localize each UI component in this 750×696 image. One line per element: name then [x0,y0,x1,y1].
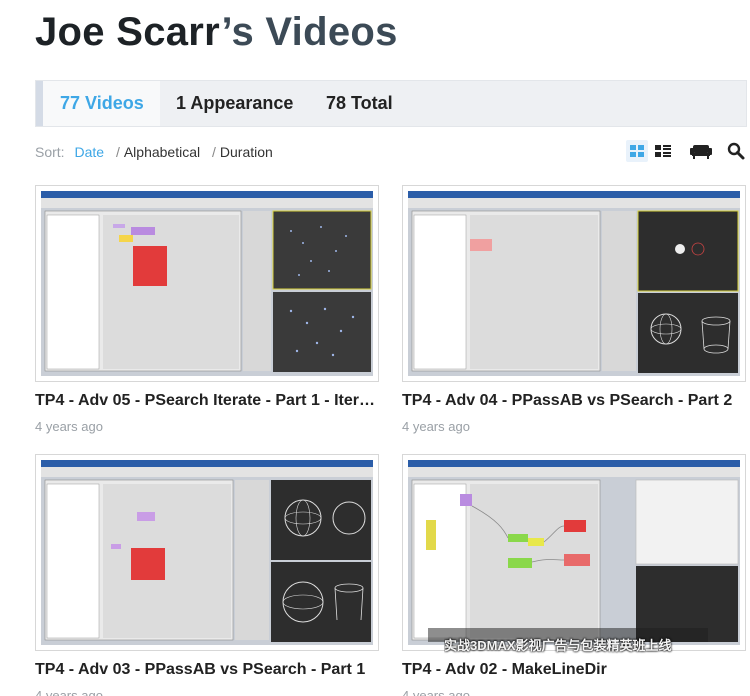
page-title-suffix: ’s Videos [221,10,398,54]
sort-separator: / [115,144,120,160]
video-title[interactable]: TP4 - Adv 02 - MakeLineDir [402,661,746,679]
video-title[interactable]: TP4 - Adv 05 - PSearch Iterate - Part 1 … [35,392,379,410]
video-age: 4 years ago [402,419,470,434]
tab-appearances[interactable]: 1 Appearance [176,81,293,126]
search-icon[interactable] [726,140,746,162]
sort-label: Sort: [35,144,65,160]
video-title[interactable]: TP4 - Adv 04 - PPassAB vs PSearch - Part… [402,392,746,410]
video-card: TP4 - Adv 04 - PPassAB vs PSearch - Part… [402,185,746,434]
sort-date-link[interactable]: Date [74,144,104,160]
sort-separator: / [212,144,216,160]
channel-owner-name: Joe Scarr [35,10,222,54]
video-card: TP4 - Adv 03 - PPassAB vs PSearch - Part… [35,454,379,696]
theater-icon[interactable] [688,140,714,162]
video-thumbnail[interactable] [402,185,746,382]
video-title[interactable]: TP4 - Adv 03 - PPassAB vs PSearch - Part… [35,661,379,679]
list-view-icon[interactable] [652,140,674,162]
sort-bar: Sort: Date / Alphabetical / Duration [35,144,273,160]
tab-total[interactable]: 78 Total [326,81,393,126]
sort-duration-link[interactable]: Duration [220,144,273,160]
video-age: 4 years ago [402,688,470,696]
video-card: TP4 - Adv 05 - PSearch Iterate - Part 1 … [35,185,379,434]
grid-view-icon[interactable] [626,140,648,162]
video-thumbnail[interactable] [35,454,379,651]
video-card: 实战3DMAX影视广告与包装精英班上线 TP4 - Adv 02 - MakeL… [402,454,746,696]
video-tabs: 77 Videos 1 Appearance 78 Total [35,80,747,127]
video-thumbnail[interactable] [35,185,379,382]
video-age: 4 years ago [35,419,103,434]
sort-alphabetical-link[interactable]: Alphabetical [124,144,200,160]
video-overlay-watermark: 实战3DMAX影视广告与包装精英班上线 [444,638,672,653]
video-thumbnail[interactable]: 实战3DMAX影视广告与包装精英班上线 [402,454,746,653]
tab-videos[interactable]: 77 Videos [36,81,160,126]
page-title: Joe Scarr’s Videos [35,10,398,55]
video-age: 4 years ago [35,688,103,696]
